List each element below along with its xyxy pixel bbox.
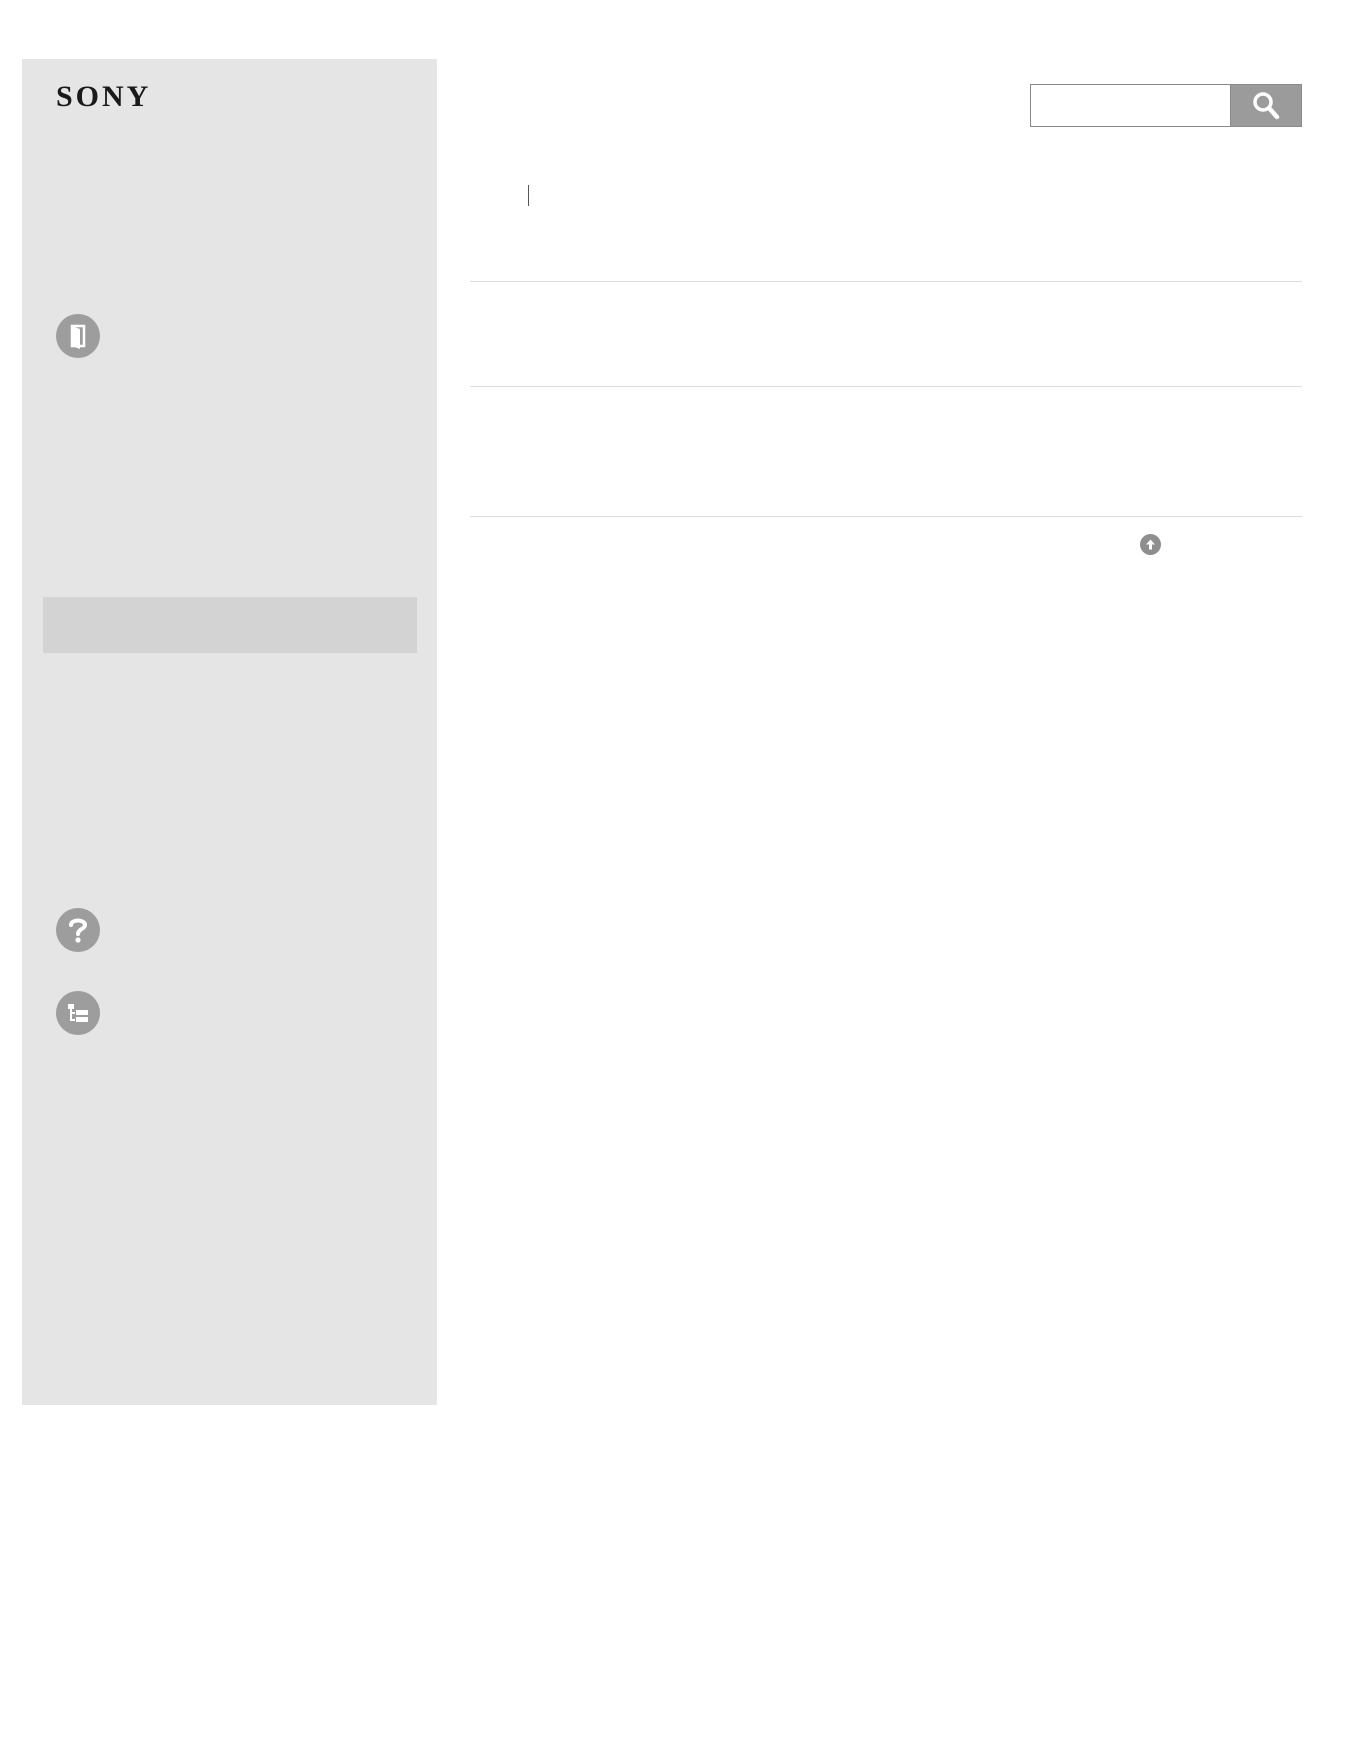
sidebar-selected-item[interactable] — [43, 597, 417, 653]
sony-logo[interactable]: SONY — [56, 82, 151, 112]
breadcrumb-divider — [528, 185, 529, 206]
search-button[interactable] — [1230, 84, 1302, 127]
sitemap-icon[interactable] — [56, 991, 100, 1035]
page: SONY — [0, 0, 1361, 1761]
question-mark-icon[interactable] — [56, 908, 100, 952]
back-to-top-button[interactable] — [1140, 534, 1161, 555]
sidebar: SONY — [22, 59, 437, 1405]
book-icon[interactable] — [56, 314, 100, 358]
content-divider — [470, 281, 1302, 282]
content-divider — [470, 386, 1302, 387]
search-icon — [1253, 91, 1280, 119]
arrow-up-circle-icon — [1146, 539, 1155, 550]
search-input[interactable] — [1030, 84, 1230, 127]
content-divider — [470, 516, 1302, 517]
